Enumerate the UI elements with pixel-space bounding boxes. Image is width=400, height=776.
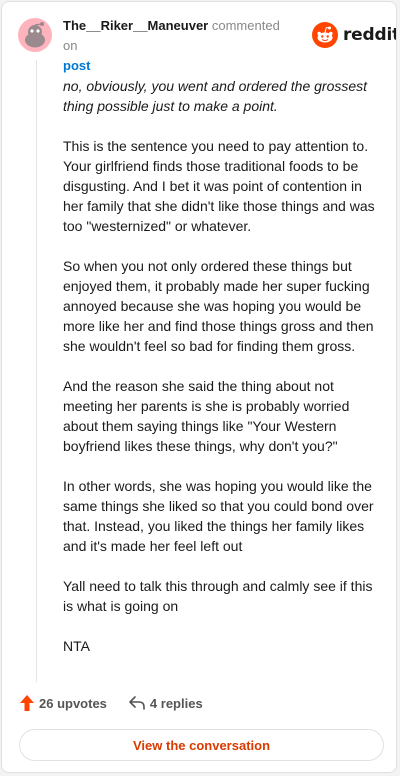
comment-paragraph: Yall need to talk this through and calml… bbox=[63, 578, 373, 614]
reddit-logo[interactable]: reddit bbox=[312, 22, 397, 48]
comment-body: no, obviously, you went and ordered the … bbox=[63, 76, 381, 676]
replies-button[interactable]: 4 replies bbox=[129, 696, 203, 711]
comment-paragraph: And the reason she said the thing about … bbox=[63, 378, 350, 454]
comment-paragraph: In other words, she was hoping you would… bbox=[63, 478, 374, 554]
comment-card: The__Riker__Maneuver commented on post r… bbox=[1, 1, 397, 773]
reddit-wordmark: reddit bbox=[343, 25, 397, 45]
comment-header: The__Riker__Maneuver commented on post bbox=[63, 16, 295, 76]
post-link[interactable]: post bbox=[63, 58, 90, 73]
comment-paragraph: So when you not only ordered these thing… bbox=[63, 258, 374, 354]
upvote-count: 26 upvotes bbox=[39, 695, 107, 711]
comment-paragraph: This is the sentence you need to pay att… bbox=[63, 138, 375, 234]
user-avatar-icon[interactable] bbox=[18, 18, 52, 52]
thread-line bbox=[36, 60, 37, 682]
upvote-button[interactable]: 26 upvotes bbox=[20, 695, 107, 711]
comment-paragraph: NTA bbox=[63, 638, 90, 654]
upvote-arrow-icon bbox=[20, 695, 34, 711]
reply-arrow-icon bbox=[129, 696, 145, 710]
comment-actions: 26 upvotes 4 replies bbox=[20, 695, 203, 711]
reddit-logo-icon bbox=[312, 22, 338, 48]
username-link[interactable]: The__Riker__Maneuver bbox=[63, 18, 208, 33]
reply-count: 4 replies bbox=[149, 695, 203, 711]
quoted-text: no, obviously, you went and ordered the … bbox=[63, 78, 368, 114]
view-conversation-button[interactable]: View the conversation bbox=[19, 729, 384, 761]
